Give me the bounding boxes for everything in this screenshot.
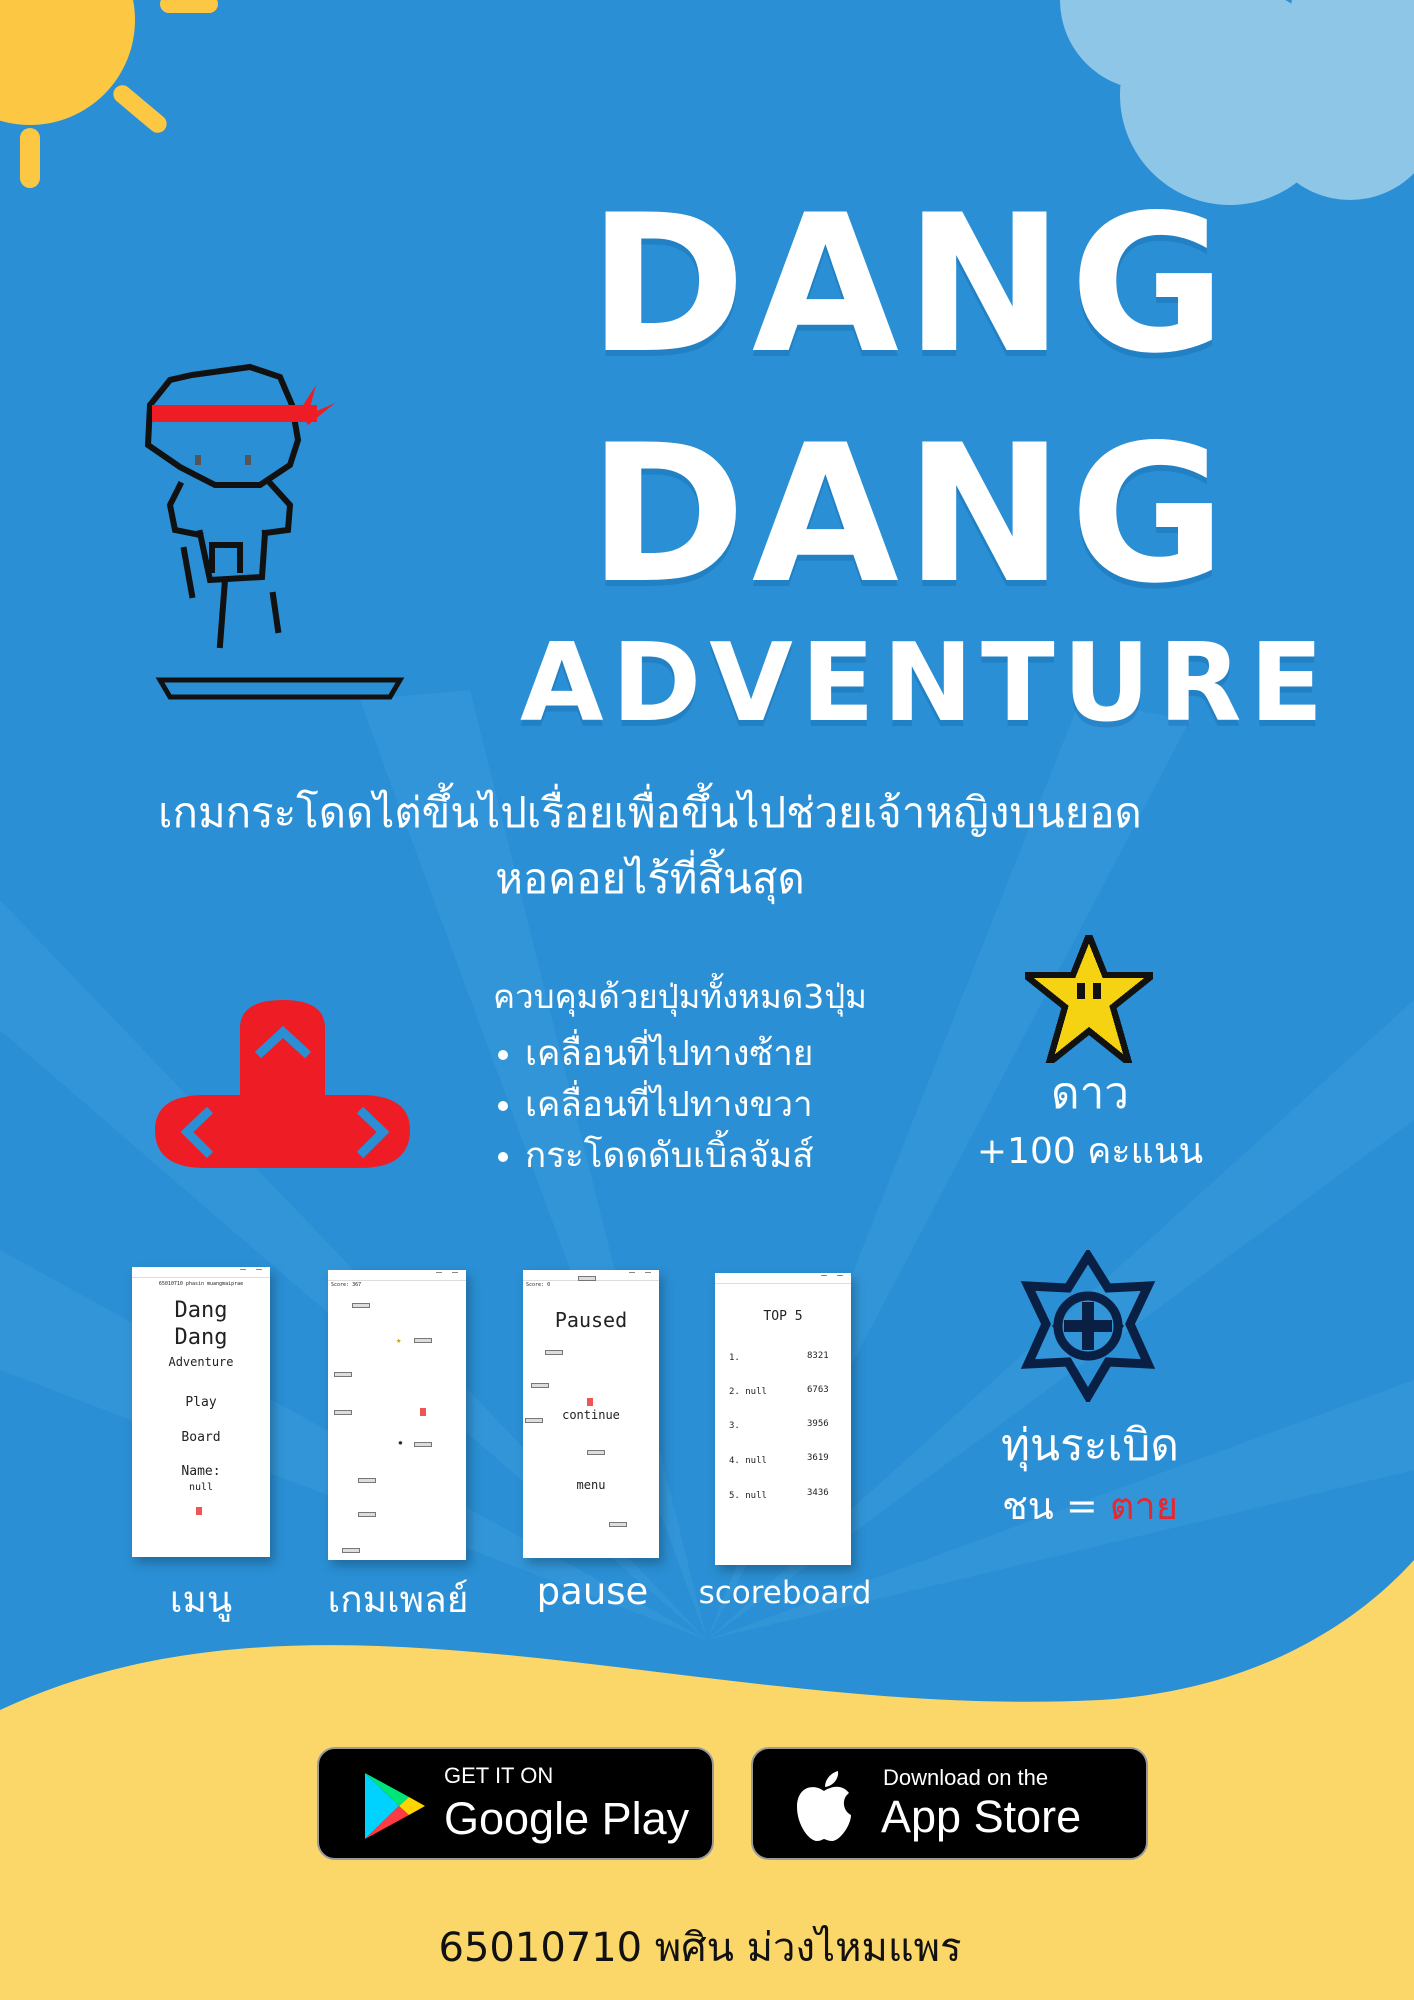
scoreboard-score: 3619: [807, 1453, 829, 1463]
scoreboard-rank: 3.: [729, 1421, 740, 1431]
google-play-badge[interactable]: GET IT ON Google Play: [317, 1747, 714, 1860]
player-sprite: [587, 1398, 593, 1406]
menu-student-line: 65010710 phasin muangmaiprae: [158, 1281, 244, 1287]
screenshot-label-pause: pause: [536, 1570, 649, 1613]
star-label: ดาว: [1051, 1068, 1129, 1119]
pause-title: Paused: [554, 1308, 628, 1332]
controls-item: กระโดดดับเบิ้ลจัมส์: [525, 1131, 900, 1182]
control-pad-graphic: [155, 1000, 410, 1168]
platform: [545, 1350, 563, 1355]
star-icon: [1025, 935, 1153, 1063]
mine-icon: [1020, 1250, 1156, 1402]
controls-description: ควบคุมด้วยปุ่มทั้งหมด3ปุ่ม เคลื่อนที่ไปท…: [460, 970, 900, 1182]
menu-play: Play: [185, 1395, 217, 1410]
mine-rule-result: ตาย: [1109, 1484, 1179, 1528]
menu-board: Board: [181, 1430, 221, 1445]
platform: [352, 1303, 370, 1308]
controls-list: เคลื่อนที่ไปทางซ้าย เคลื่อนที่ไปทางขวา ก…: [460, 1029, 900, 1182]
app-store-big: App Store: [881, 1791, 1082, 1842]
menu-title-2: Dang: [174, 1325, 228, 1350]
screenshot-scoreboard: TOP 5 1. 8321 2. null 6763 3. 3956 4. nu…: [715, 1273, 851, 1565]
screenshot-label-gameplay: เกมเพลย์: [327, 1578, 469, 1621]
scoreboard-score: 3436: [807, 1488, 829, 1498]
platform: [609, 1522, 627, 1527]
scoreboard-rank: 2. null: [729, 1387, 767, 1397]
character-illustration: [144, 363, 405, 700]
platform: [334, 1372, 352, 1377]
title-line-1: DANG: [588, 174, 1232, 395]
mine-rule-prefix: ชน =: [1001, 1484, 1098, 1528]
screenshot-label-scoreboard: scoreboard: [698, 1575, 872, 1611]
menu-title-1: Dang: [174, 1298, 228, 1323]
app-store-small: Download on the: [883, 1765, 1049, 1790]
tagline: เกมกระโดดไต่ขึ้นไปเรื่อยเพื่อขึ้นไปช่วยเ…: [150, 780, 1150, 912]
scoreboard-score: 6763: [807, 1385, 829, 1395]
platform: [587, 1450, 605, 1455]
star-score: +100 คะแนน: [976, 1131, 1204, 1172]
pause-continue: continue: [562, 1408, 620, 1422]
star-icon: ★: [396, 1336, 402, 1346]
scoreboard-score: 3956: [807, 1419, 829, 1429]
app-store-badge[interactable]: Download on the App Store: [751, 1747, 1148, 1860]
window-titlebar: [715, 1273, 851, 1284]
mine-icon: ✹: [398, 1438, 403, 1447]
platform: [358, 1478, 376, 1483]
platform: [342, 1548, 360, 1553]
screenshot-gameplay: Score: 367 ★ ✹: [328, 1270, 466, 1560]
screenshot-menu: 65010710 phasin muangmaiprae Dang Dang A…: [132, 1267, 270, 1557]
google-play-small: GET IT ON: [444, 1763, 554, 1788]
author-credit: 65010710 พศิน ม่วงไหมแพร: [438, 1925, 962, 1971]
platform: [334, 1410, 352, 1415]
screenshot-pause: Score: 0 Paused continue menu: [523, 1270, 659, 1558]
platform: [358, 1512, 376, 1517]
apple-icon: [797, 1771, 851, 1841]
platform: [525, 1418, 543, 1423]
tagline-line-1: เกมกระโดดไต่ขึ้นไปเรื่อยเพื่อขึ้นไปช่วยเ…: [158, 788, 1142, 837]
platform: [414, 1338, 432, 1343]
menu-name-label: Name:: [181, 1464, 221, 1479]
title-line-3: ADVENTURE: [520, 621, 1332, 746]
platform: [531, 1383, 549, 1388]
platform: [414, 1442, 432, 1447]
controls-item: เคลื่อนที่ไปทางขวา: [525, 1080, 900, 1131]
menu-name-value: null: [188, 1482, 214, 1493]
platform: [578, 1276, 596, 1281]
scoreboard-rank: 1.: [729, 1353, 740, 1363]
player-sprite: [420, 1408, 426, 1416]
pause-menu: menu: [576, 1478, 606, 1492]
title-line-2: DANG: [588, 404, 1232, 625]
scoreboard-score: 8321: [807, 1351, 829, 1361]
menu-title-3: Adventure: [168, 1355, 234, 1369]
mine-rule: ชน = ตาย: [960, 1475, 1220, 1536]
screenshot-label-menu: เมนู: [169, 1578, 233, 1621]
scoreboard-rank: 5. null: [729, 1491, 767, 1501]
window-titlebar: [328, 1270, 466, 1281]
scoreboard-rank: 4. null: [729, 1456, 767, 1466]
gameplay-score: Score: 367: [331, 1282, 362, 1288]
google-play-icon: [365, 1773, 425, 1839]
controls-item: เคลื่อนที่ไปทางซ้าย: [525, 1029, 900, 1080]
google-play-big: Google Play: [444, 1793, 690, 1844]
scoreboard-title: TOP 5: [763, 1309, 803, 1324]
tagline-line-2: หอคอยไร้ที่สิ้นสุด: [495, 854, 805, 903]
mine-label: ทุ่นระเบิด: [1001, 1420, 1179, 1471]
pause-score: Score: 0: [526, 1282, 551, 1288]
controls-heading: ควบคุมด้วยปุ่มทั้งหมด3ปุ่ม: [493, 977, 867, 1016]
window-titlebar: [132, 1267, 270, 1278]
player-sprite: [196, 1507, 202, 1515]
